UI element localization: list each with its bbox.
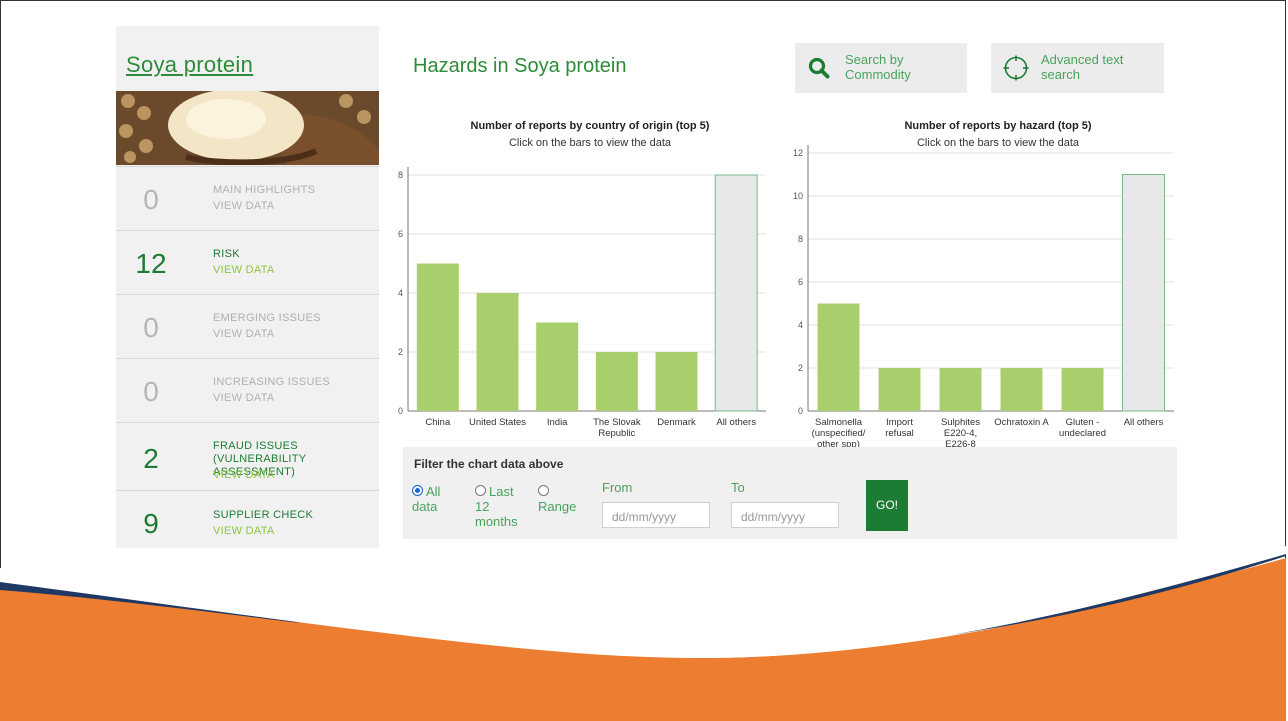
count: 0 — [143, 184, 159, 215]
sidebar-item-emerging-issues[interactable]: 0 EMERGING ISSUES VIEW DATA — [116, 294, 379, 359]
view-data-link[interactable]: VIEW DATA — [213, 469, 275, 481]
to-label: To — [731, 480, 745, 495]
sidebar: Soya protein 0 MAIN HIGHLIGHTS VIEW DATA… — [116, 26, 379, 548]
bar[interactable] — [817, 303, 860, 412]
y-tick-label: 2 — [798, 363, 803, 373]
view-data-link[interactable]: VIEW DATA — [213, 392, 275, 404]
bar[interactable] — [1122, 174, 1165, 412]
chart-title: Number of reports by country of origin (… — [471, 120, 710, 132]
radio-selected-icon — [412, 485, 423, 496]
x-tick-label: Denmark — [657, 417, 696, 428]
filter-panel: Filter the chart data above All data Las… — [403, 447, 1177, 539]
sidebar-item-fraud-issues[interactable]: 2 FRAUD ISSUES (VULNERABILITY ASSESSMENT… — [116, 422, 379, 491]
chart-country-svg: Number of reports by country of origin (… — [398, 120, 766, 439]
y-tick-label: 12 — [793, 148, 803, 158]
x-tick-label: China — [425, 417, 451, 428]
page-title: Hazards in Soya protein — [413, 55, 627, 77]
view-data-link[interactable]: VIEW DATA — [213, 328, 275, 340]
sidebar-item-label: EMERGING ISSUES — [213, 312, 321, 324]
y-tick-label: 4 — [398, 288, 403, 298]
radio-unselected-icon — [538, 485, 549, 496]
y-tick-label: 8 — [798, 234, 803, 244]
bar[interactable] — [878, 368, 921, 411]
count: 0 — [143, 312, 159, 343]
sidebar-item-label: INCREASING ISSUES — [213, 376, 330, 388]
y-tick-label: 10 — [793, 191, 803, 201]
sidebar-item-main-highlights[interactable]: 0 MAIN HIGHLIGHTS VIEW DATA — [116, 166, 379, 231]
bar[interactable] — [1061, 368, 1104, 411]
chart-country-of-origin: Number of reports by country of origin (… — [372, 118, 772, 448]
to-date-input[interactable]: dd/mm/yyyy — [731, 502, 839, 528]
x-tick-label: Sulphites E220-4, E226-8 — [941, 417, 980, 448]
x-tick-label: Gluten -undeclared — [1059, 417, 1106, 439]
go-button[interactable]: GO! — [866, 480, 908, 531]
bar[interactable] — [1000, 368, 1043, 411]
y-tick-label: 4 — [798, 320, 803, 330]
from-label: From — [602, 480, 633, 495]
x-tick-label: Salmonella (unspecified/other spp) — [812, 417, 866, 448]
count: 2 — [143, 443, 159, 474]
bar[interactable] — [714, 174, 758, 412]
from-date-input[interactable]: dd/mm/yyyy — [602, 502, 710, 528]
count: 12 — [135, 248, 167, 279]
x-tick-label: Ochratoxin A — [994, 417, 1049, 428]
y-tick-label: 8 — [398, 170, 403, 180]
count: 9 — [143, 508, 159, 539]
bar[interactable] — [476, 293, 519, 411]
bar[interactable] — [939, 368, 982, 411]
x-tick-label: All others — [1124, 417, 1164, 428]
soya-protein-image — [116, 91, 379, 165]
sidebar-item-increasing-issues[interactable]: 0 INCREASING ISSUES VIEW DATA — [116, 358, 379, 423]
filter-title: Filter the chart data above — [414, 457, 564, 471]
radio-range[interactable]: Range — [538, 484, 588, 514]
chart-subtitle: Click on the bars to view the data — [509, 137, 672, 149]
bar[interactable] — [416, 263, 459, 412]
radio-unselected-icon — [475, 485, 486, 496]
search-icon — [808, 57, 830, 79]
radio-last-12-months[interactable]: Last 12 months — [475, 484, 527, 529]
decorative-wave — [0, 546, 1286, 721]
view-data-link[interactable]: VIEW DATA — [213, 200, 275, 212]
bar[interactable] — [536, 322, 579, 412]
chart-hazard: Number of reports by hazard (top 5) Click… — [770, 118, 1182, 450]
chart-hazard-svg: Number of reports by hazard (top 5) Click… — [793, 120, 1174, 450]
advanced-text-search-label: Advanced text search — [1041, 52, 1124, 82]
radio-all-data[interactable]: All data — [412, 484, 452, 514]
x-tick-label: United States — [469, 417, 526, 428]
view-data-link[interactable]: VIEW DATA — [213, 264, 275, 276]
x-tick-label: All others — [716, 417, 756, 428]
x-tick-label: India — [547, 417, 568, 428]
sidebar-item-label: RISK — [213, 248, 240, 260]
bar[interactable] — [655, 352, 698, 411]
sidebar-item-label: SUPPLIER CHECK — [213, 509, 314, 521]
chart-title: Number of reports by hazard (top 5) — [904, 120, 1091, 132]
y-tick-label: 6 — [798, 277, 803, 287]
bar[interactable] — [595, 352, 638, 411]
chart-subtitle: Click on the bars to view the data — [917, 137, 1080, 149]
x-tick-label: The Slovak Republic — [593, 417, 641, 439]
y-tick-label: 6 — [398, 229, 403, 239]
count: 0 — [143, 376, 159, 407]
y-tick-label: 0 — [798, 406, 803, 416]
sidebar-item-label: MAIN HIGHLIGHTS — [213, 184, 316, 196]
y-tick-label: 0 — [398, 406, 403, 416]
y-tick-label: 2 — [398, 347, 403, 357]
advanced-text-search-button[interactable]: Advanced text search — [991, 43, 1164, 93]
search-by-commodity-label: Search by Commodity — [845, 52, 911, 82]
crosshair-icon — [1003, 55, 1029, 81]
sidebar-item-risk[interactable]: 12 RISK VIEW DATA — [116, 230, 379, 295]
commodity-title-link[interactable]: Soya protein — [126, 52, 253, 78]
search-by-commodity-button[interactable]: Search by Commodity — [795, 43, 967, 93]
radio-range-label: Range — [538, 499, 577, 514]
x-tick-label: Import refusal — [885, 417, 914, 439]
view-data-link[interactable]: VIEW DATA — [213, 525, 275, 537]
